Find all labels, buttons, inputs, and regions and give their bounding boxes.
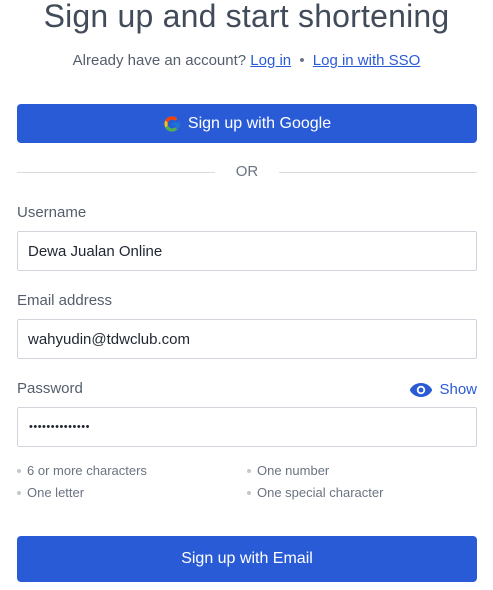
username-label: Username (17, 204, 87, 221)
requirement-text: One number (257, 463, 330, 478)
username-input[interactable] (18, 232, 458, 270)
requirement-bullet (247, 468, 251, 473)
login-link[interactable]: Log in (250, 52, 291, 69)
requirement-text: One letter (27, 485, 85, 500)
requirement-bullet (247, 490, 251, 495)
google-signup-button[interactable]: Sign up with Google (17, 104, 477, 143)
password-label: Password (17, 380, 83, 397)
login-prompt-text: Already have an account? (72, 52, 247, 69)
password-input[interactable]: •••••••••••••• (29, 421, 90, 433)
separator-dot: • (299, 52, 305, 69)
sso-login-link[interactable]: Log in with SSO (313, 52, 421, 69)
requirement-text: 6 or more characters (27, 463, 147, 478)
email-signup-button[interactable]: Sign up with Email (17, 536, 477, 582)
google-signup-label: Sign up with Google (187, 114, 332, 132)
email-field-box (17, 319, 477, 359)
eye-icon (410, 382, 433, 397)
email-input[interactable] (18, 320, 458, 358)
requirement-item: 6 or more characters (17, 463, 147, 478)
email-label: Email address (17, 292, 113, 309)
username-field-box (17, 231, 477, 271)
google-logo-icon (163, 115, 181, 133)
requirement-item: One special character (247, 485, 383, 500)
show-password-toggle[interactable]: Show (409, 381, 477, 398)
show-password-label: Show (439, 381, 477, 398)
requirement-item: One number (247, 463, 329, 478)
requirement-text: One special character (257, 485, 384, 500)
requirement-bullet (17, 468, 21, 473)
page-title: Sign up and start shortening (43, 0, 450, 34)
divider-line-right (279, 172, 477, 173)
requirement-item: One letter (17, 485, 84, 500)
or-divider: OR (17, 163, 477, 181)
password-field-box[interactable]: •••••••••••••• (17, 407, 477, 447)
login-prompt: Already have an account? Log in • Log in… (0, 52, 493, 69)
requirement-bullet (17, 490, 21, 495)
